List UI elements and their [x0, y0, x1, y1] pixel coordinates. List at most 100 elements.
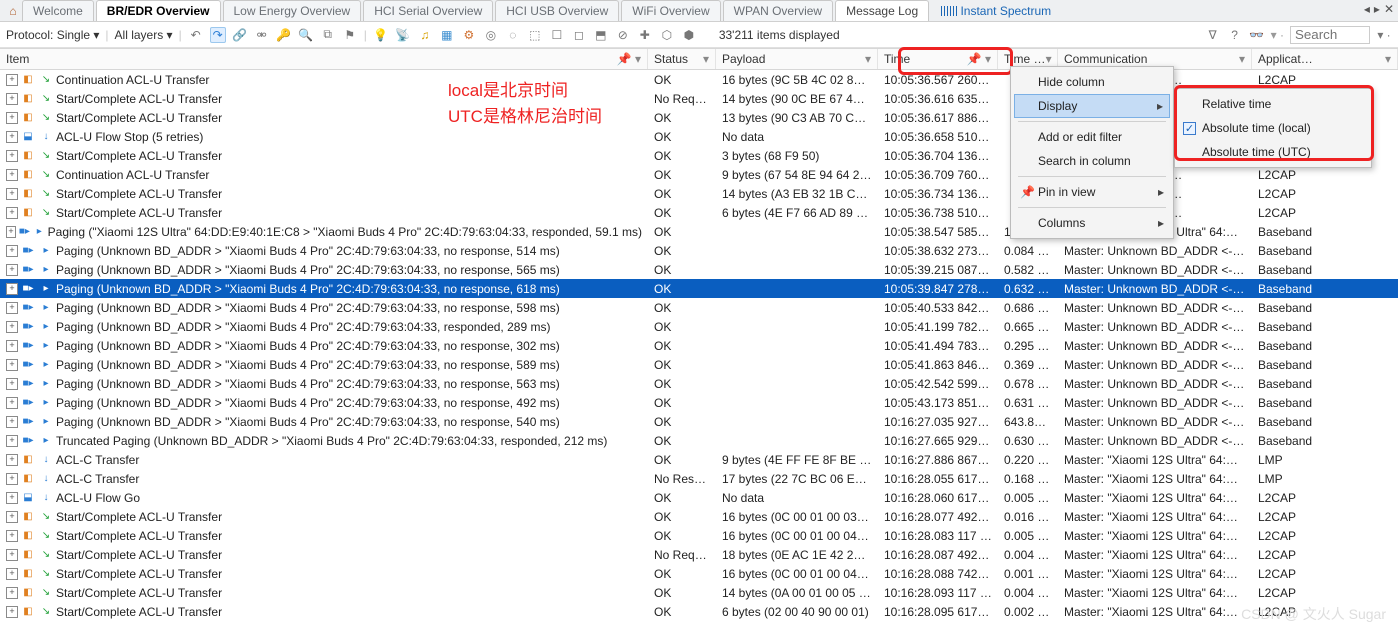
column-headers: Item📌 ▾ Status▾ Payload▾ Time📌 ▾ Time …▾… [0, 48, 1398, 70]
layers-dropdown[interactable]: All layers ▾ [115, 28, 173, 42]
table-row[interactable]: +■▸▸Paging (Unknown BD_ADDR > "Xiaomi Bu… [0, 241, 1398, 260]
key-icon[interactable]: 🔑 [276, 27, 292, 43]
pin-icon: 📌 ▾ [967, 52, 991, 66]
header-payload[interactable]: Payload▾ [716, 49, 878, 69]
tab-welcome[interactable]: Welcome [22, 0, 94, 21]
tab-wpan[interactable]: WPAN Overview [723, 0, 833, 21]
items-displayed-label: 33'211 items displayed [719, 28, 840, 42]
link-icon[interactable]: 🔗 [232, 27, 248, 43]
search-tool-icon[interactable]: 🔍 [298, 27, 314, 43]
doc-icon[interactable]: ▦ [439, 27, 455, 43]
ctx-display[interactable]: Display▸ [1014, 94, 1170, 118]
tab-hci-usb[interactable]: HCI USB Overview [495, 0, 619, 21]
table-row[interactable]: +◧↓ACL-C TransferNo Respo…17 bytes (22 7… [0, 469, 1398, 488]
display-submenu: Relative time ✓Absolute time (local) Abs… [1174, 88, 1372, 168]
header-application[interactable]: Applicat…▾ [1252, 49, 1398, 69]
tab-close-icon[interactable]: ✕ [1384, 2, 1394, 16]
sub-absolute-local[interactable]: ✓Absolute time (local) [1178, 116, 1368, 140]
check-icon: ✓ [1183, 122, 1196, 135]
table-row[interactable]: +■▸▸Truncated Paging (Unknown BD_ADDR > … [0, 431, 1398, 450]
table-row[interactable]: +■▸▸Paging (Unknown BD_ADDR > "Xiaomi Bu… [0, 336, 1398, 355]
toolbar-gray4-icon[interactable]: ☐ [549, 27, 565, 43]
table-row[interactable]: +◧↘Start/Complete ACL-U TransferOK16 byt… [0, 526, 1398, 545]
table-row[interactable]: +⬓↓ACL-U Flow GoOKNo data10:16:28.060 61… [0, 488, 1398, 507]
table-row[interactable]: +■▸▸Paging (Unknown BD_ADDR > "Xiaomi Bu… [0, 279, 1398, 298]
table-row[interactable]: +■▸▸Paging (Unknown BD_ADDR > "Xiaomi Bu… [0, 374, 1398, 393]
toolbar-gray7-icon[interactable]: ⊘ [615, 27, 631, 43]
ctx-hide-column[interactable]: Hide column [1014, 70, 1170, 94]
table-row[interactable]: +◧↘Start/Complete ACL-U TransferNo Reque… [0, 545, 1398, 564]
toolbar-gray8-icon[interactable]: ✚ [637, 27, 653, 43]
bulb-icon[interactable]: 💡 [373, 27, 389, 43]
watermark: CSDN @ 文火人 Sugar [1241, 604, 1386, 624]
toolbar-gray3-icon[interactable]: ⬚ [527, 27, 543, 43]
nav-back-icon[interactable]: ↶ [188, 27, 204, 43]
table-row[interactable]: +◧↘Continuation ACL-U TransferOK16 bytes… [0, 70, 1398, 89]
toolbar-gray5-icon[interactable]: ◻ [571, 27, 587, 43]
table-row[interactable]: +■▸▸Paging (Unknown BD_ADDR > "Xiaomi Bu… [0, 298, 1398, 317]
table-row[interactable]: +◧↘Start/Complete ACL-U TransferOK16 byt… [0, 564, 1398, 583]
chevron-right-icon: ▸ [1157, 99, 1163, 113]
tab-instant-spectrum[interactable]: Instant Spectrum [931, 0, 1061, 21]
sub-relative-time[interactable]: Relative time [1178, 92, 1368, 116]
help-icon[interactable]: ? [1227, 27, 1243, 43]
tab-wifi[interactable]: WiFi Overview [621, 0, 720, 21]
pin-icon: 📌 ▾ [617, 52, 641, 66]
chevron-right-icon: ▸ [1158, 216, 1164, 230]
toolbar-gray10-icon[interactable]: ⬢ [681, 27, 697, 43]
table-row[interactable]: +◧↘Start/Complete ACL-U TransferOK14 byt… [0, 583, 1398, 602]
header-time[interactable]: Time📌 ▾ [878, 49, 998, 69]
header-item[interactable]: Item📌 ▾ [0, 49, 648, 69]
ctx-pin-view[interactable]: 📌Pin in view▸ [1014, 180, 1170, 204]
toolbar-gray2-icon[interactable]: ◌ [505, 27, 521, 43]
ctx-separator [1018, 207, 1166, 208]
toolbar-gray6-icon[interactable]: ⬒ [593, 27, 609, 43]
sub-absolute-utc[interactable]: Absolute time (UTC) [1178, 140, 1368, 164]
tab-bredr[interactable]: BR/EDR Overview [96, 0, 221, 21]
pin-icon: 📌 [1020, 185, 1035, 199]
table-row[interactable]: +■▸▸Paging (Unknown BD_ADDR > "Xiaomi Bu… [0, 412, 1398, 431]
table-row[interactable]: +◧↓ACL-C TransferOK9 bytes (4E FF FE 8F … [0, 450, 1398, 469]
ctx-separator [1018, 121, 1166, 122]
tab-message-log[interactable]: Message Log [835, 0, 929, 21]
tabs-bar: ⌂ Welcome BR/EDR Overview Low Energy Ove… [0, 0, 1398, 22]
tab-le[interactable]: Low Energy Overview [223, 0, 362, 21]
filter-icon[interactable]: ∇ [1205, 27, 1221, 43]
nav-forward-icon[interactable]: ↷ [210, 27, 226, 43]
toolbar-gray9-icon[interactable]: ⬡ [659, 27, 675, 43]
search-dropdown-icon[interactable]: ▾ · [1376, 27, 1392, 43]
antenna-icon[interactable]: 📡 [395, 27, 411, 43]
table-row[interactable]: +■▸▸Paging (Unknown BD_ADDR > "Xiaomi Bu… [0, 260, 1398, 279]
tab-nav-right-icon[interactable]: ▸ [1374, 2, 1380, 16]
copy-icon[interactable]: ⧉ [320, 27, 336, 43]
table-row[interactable]: +■▸▸Paging (Unknown BD_ADDR > "Xiaomi Bu… [0, 393, 1398, 412]
chevron-right-icon: ▸ [1158, 185, 1164, 199]
tab-hci-serial[interactable]: HCI Serial Overview [363, 0, 493, 21]
music-icon[interactable]: ♫ [417, 27, 433, 43]
unlink-icon[interactable]: ⚮ [254, 27, 270, 43]
table-row[interactable]: +■▸▸Paging ("Xiaomi 12S Ultra" 64:DD:E9:… [0, 222, 1398, 241]
ctx-separator [1018, 176, 1166, 177]
table-row[interactable]: +■▸▸Paging (Unknown BD_ADDR > "Xiaomi Bu… [0, 355, 1398, 374]
spectrum-icon [941, 6, 957, 16]
tab-spectrum-label: Instant Spectrum [960, 4, 1051, 18]
flag-icon[interactable]: ⚑ [342, 27, 358, 43]
toolbar: Protocol: Single ▾ | All layers ▾ | ↶ ↷ … [0, 22, 1398, 48]
context-menu: Hide column Display▸ Add or edit filter … [1010, 66, 1174, 239]
table-row[interactable]: +◧↘Start/Complete ACL-U TransferOK14 byt… [0, 184, 1398, 203]
table-row[interactable]: +◧↘Start/Complete ACL-U TransferOK16 byt… [0, 507, 1398, 526]
search-input[interactable] [1290, 26, 1370, 44]
ctx-add-filter[interactable]: Add or edit filter [1014, 125, 1170, 149]
table-row[interactable]: +■▸▸Paging (Unknown BD_ADDR > "Xiaomi Bu… [0, 317, 1398, 336]
ctx-search-column[interactable]: Search in column [1014, 149, 1170, 173]
home-icon[interactable]: ⌂ [4, 0, 22, 21]
binoculars-icon[interactable]: 👓 [1249, 27, 1265, 43]
table-row[interactable]: +◧↘Start/Complete ACL-U TransferOK6 byte… [0, 203, 1398, 222]
toolbar-gray1-icon[interactable]: ◎ [483, 27, 499, 43]
gear-icon[interactable]: ⚙ [461, 27, 477, 43]
protocol-dropdown[interactable]: Protocol: Single ▾ [6, 28, 99, 42]
table-row[interactable]: +◧↘Start/Complete ACL-U TransferOK6 byte… [0, 602, 1398, 621]
tab-nav-left-icon[interactable]: ◂ [1364, 2, 1370, 16]
header-status[interactable]: Status▾ [648, 49, 716, 69]
ctx-columns[interactable]: Columns▸ [1014, 211, 1170, 235]
